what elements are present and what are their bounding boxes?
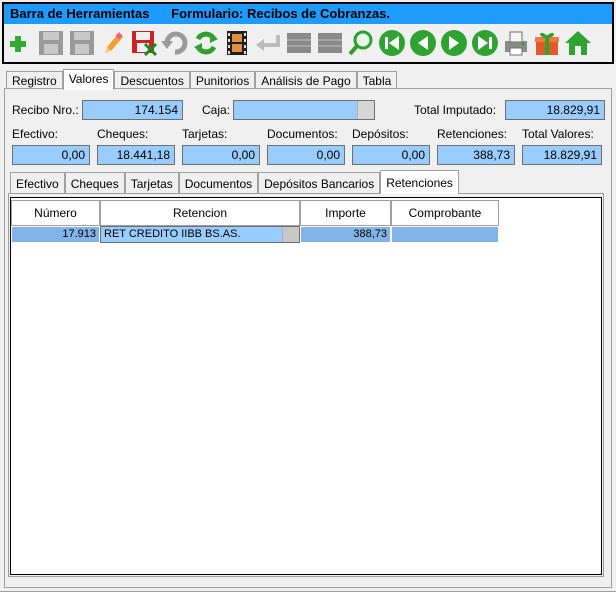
undo-icon — [160, 31, 187, 55]
edit-button[interactable] — [97, 27, 128, 59]
recibo-field[interactable]: 174.154 — [82, 100, 183, 120]
save-icon — [38, 31, 63, 55]
gift-button[interactable] — [531, 27, 562, 59]
refresh-button[interactable] — [190, 27, 221, 59]
toolbar-window: Barra de Herramientas Formulario: Recibo… — [2, 2, 614, 64]
tab-valores[interactable]: Valores — [62, 69, 115, 90]
main-tabs: Registro Valores Descuentos Punitorios A… — [6, 69, 398, 90]
add-button[interactable] — [4, 27, 35, 59]
home-button[interactable] — [562, 27, 593, 59]
retencion-dropdown-button[interactable] — [282, 227, 299, 242]
tarjetas-field[interactable]: 0,00 — [182, 145, 260, 165]
cancel-save-icon — [131, 31, 157, 57]
cheques-field[interactable]: 18.441,18 — [97, 145, 175, 165]
retenciones-grid[interactable]: Número Retencion Importe Comprobante 17.… — [10, 197, 602, 575]
caption-left: Barra de Herramientas — [10, 6, 150, 21]
col-header-importe[interactable]: Importe — [300, 200, 391, 226]
subtab-tarjetas[interactable]: Tarjetas — [124, 172, 179, 194]
add-icon — [9, 36, 26, 52]
grid-button[interactable] — [283, 27, 314, 59]
subtab-documentos[interactable]: Documentos — [178, 172, 259, 194]
print-button[interactable] — [500, 27, 531, 59]
film-button[interactable] — [221, 27, 252, 59]
retenciones-field[interactable]: 388,73 — [437, 145, 515, 165]
last-button[interactable] — [469, 27, 500, 59]
total-imputado-field[interactable]: 18.829,91 — [505, 100, 605, 120]
gift-icon — [534, 32, 559, 55]
retenciones-label: Retenciones: — [437, 127, 508, 141]
subtab-depositos-bancarios[interactable]: Depósitos Bancarios — [258, 172, 381, 194]
caja-dropdown-button[interactable] — [357, 101, 374, 119]
total-imputado-label: Total Imputado: — [414, 103, 497, 117]
total-valores-label: Total Valores: — [522, 127, 594, 141]
total-valores-field[interactable]: 18.829,91 — [522, 145, 602, 165]
first-button[interactable] — [376, 27, 407, 59]
back-button[interactable] — [252, 27, 283, 59]
printer-icon — [504, 31, 527, 56]
search-button[interactable] — [345, 27, 376, 59]
depositos-label: Depósitos: — [352, 127, 409, 141]
next-button[interactable] — [438, 27, 469, 59]
subtab-cheques[interactable]: Cheques — [64, 172, 125, 194]
caption-right: Formulario: Recibos de Cobranzas. — [171, 6, 391, 21]
back-arrow-icon — [255, 35, 280, 51]
cell-numero[interactable]: 17.913 — [11, 226, 100, 243]
previous-button[interactable] — [407, 27, 438, 59]
window-caption: Barra de Herramientas Formulario: Recibo… — [4, 4, 612, 24]
cell-importe[interactable]: 388,73 — [300, 226, 391, 243]
depositos-field[interactable]: 0,00 — [352, 145, 430, 165]
cell-retencion-text: RET CREDITO IIBB BS.AS. — [104, 228, 241, 240]
next-icon — [440, 30, 467, 56]
col-header-retencion[interactable]: Retencion — [100, 200, 300, 226]
refresh-icon — [193, 31, 218, 55]
subtab-retenciones[interactable]: Retenciones — [380, 170, 459, 194]
efectivo-label: Efectivo: — [12, 127, 59, 141]
col-header-comprobante[interactable]: Comprobante — [391, 200, 499, 226]
cancel-save-button[interactable] — [128, 27, 159, 59]
cheques-label: Cheques: — [97, 127, 149, 141]
grid2-button[interactable] — [314, 27, 345, 59]
tarjetas-label: Tarjetas: — [182, 127, 228, 141]
caja-select[interactable] — [233, 100, 375, 120]
col-header-numero[interactable]: Número — [11, 200, 100, 226]
save-as-icon — [69, 31, 94, 55]
search-icon — [347, 30, 372, 56]
documentos-label: Documentos: — [267, 127, 338, 141]
documentos-field[interactable]: 0,00 — [267, 145, 345, 165]
cell-comprobante[interactable] — [391, 226, 499, 243]
recibo-label: Recibo Nro.: — [12, 103, 79, 117]
caja-label: Caja: — [202, 103, 231, 117]
previous-icon — [409, 30, 436, 56]
grid2-icon — [317, 33, 342, 53]
undo-button[interactable] — [159, 27, 190, 59]
film-icon — [226, 31, 247, 55]
cell-retencion[interactable]: RET CREDITO IIBB BS.AS. — [100, 226, 300, 243]
first-icon — [378, 30, 405, 56]
last-icon — [471, 30, 498, 56]
status-strip — [0, 591, 616, 599]
valores-subtabs: Efectivo Cheques Tarjetas Documentos Dep… — [10, 170, 459, 194]
home-icon — [564, 31, 591, 55]
grid-icon — [286, 33, 311, 53]
edit-pencil-icon — [104, 32, 123, 53]
toolbar — [4, 24, 612, 62]
subtab-efectivo[interactable]: Efectivo — [10, 172, 65, 194]
save-button[interactable] — [35, 27, 66, 59]
efectivo-field[interactable]: 0,00 — [12, 145, 90, 165]
save-as-button[interactable] — [66, 27, 97, 59]
